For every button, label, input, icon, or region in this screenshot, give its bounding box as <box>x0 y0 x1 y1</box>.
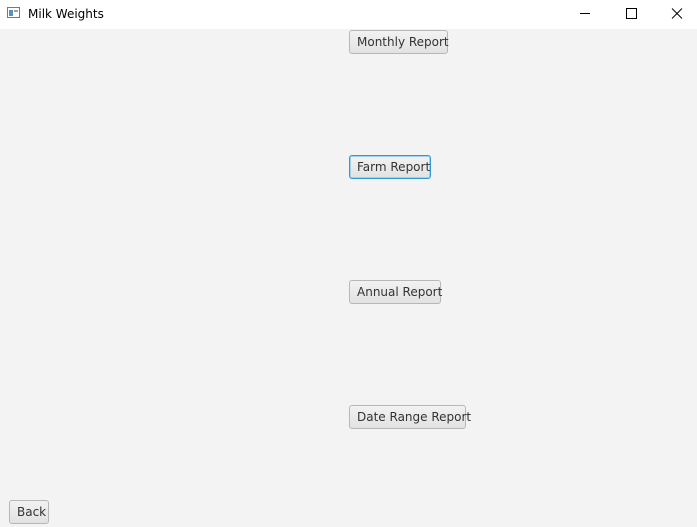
farm-report-button[interactable]: Farm Report <box>349 155 431 179</box>
minimize-button[interactable] <box>562 0 608 29</box>
app-window: Milk Weights Monthly Report Farm Report … <box>0 0 697 527</box>
annual-report-button[interactable]: Annual Report <box>349 280 442 304</box>
title-bar[interactable]: Milk Weights <box>0 0 697 29</box>
back-button[interactable]: Back <box>9 500 49 524</box>
monthly-report-button[interactable]: Monthly Report <box>349 30 449 54</box>
close-icon <box>671 8 683 19</box>
date-range-report-button[interactable]: Date Range Report <box>349 405 471 429</box>
app-window-icon[interactable] <box>7 7 20 18</box>
maximize-icon <box>626 8 637 19</box>
close-button[interactable] <box>654 0 697 29</box>
minimize-icon <box>580 13 590 14</box>
window-title: Milk Weights <box>28 7 104 21</box>
maximize-button[interactable] <box>608 0 654 29</box>
